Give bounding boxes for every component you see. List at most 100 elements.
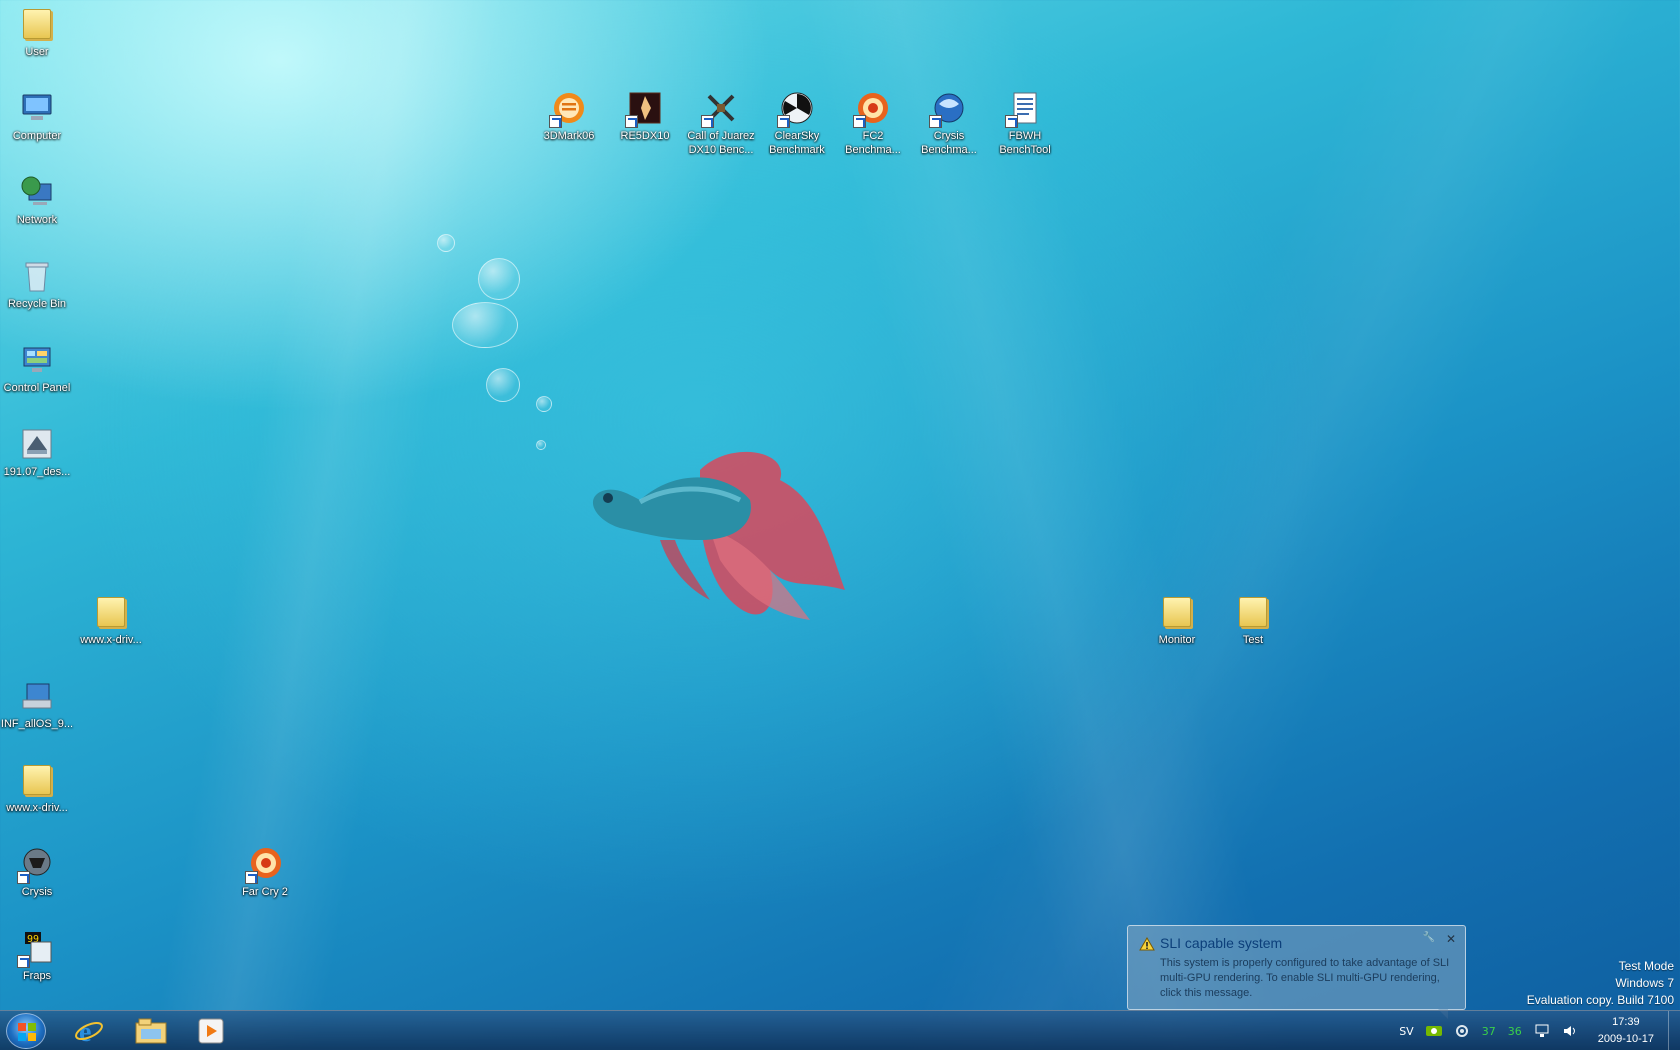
desktop-icon-call-of-juarez[interactable]: Call of Juarez DX10 Benc...	[682, 90, 760, 157]
wallpaper-bubble	[478, 258, 520, 300]
clock-time: 17:39	[1612, 1016, 1640, 1028]
folder-icon	[1159, 594, 1195, 630]
desktop-icon-test[interactable]: Test	[1214, 594, 1292, 647]
watermark-build: Evaluation copy. Build 7100	[1526, 993, 1674, 1007]
wallpaper-bubble	[437, 234, 455, 252]
windows-logo-icon	[18, 1023, 36, 1041]
folder-icon	[93, 594, 129, 630]
desktop-icon-label: Recycle Bin	[7, 298, 67, 310]
desktop-icon-driver-191[interactable]: 191.07_des...	[0, 426, 76, 479]
system-tray: SV 37 36 17:39 2009-10-17	[1393, 1011, 1680, 1050]
internet-explorer-icon: e	[75, 1017, 103, 1046]
desktop-icon-label: FBWH BenchTool	[999, 130, 1051, 156]
desktop-icon-crysis[interactable]: Crysis	[0, 846, 76, 899]
desktop-icon-network[interactable]: Network	[0, 174, 76, 227]
shortcut-arrow-icon	[245, 871, 258, 884]
taskbar: e SV 37 36 17:39 2009-10-17	[0, 1010, 1680, 1050]
user-folder-icon	[19, 6, 55, 42]
desktop-icon-label: Fraps	[22, 970, 52, 982]
desktop-icon-label: Network	[16, 214, 58, 226]
shortcut-arrow-icon	[17, 871, 30, 884]
desktop-icon-label: 191.07_des...	[3, 466, 71, 478]
desktop-icon-fraps[interactable]: 99 Fraps	[0, 930, 76, 983]
desktop-icon-label: Control Panel	[3, 382, 71, 394]
watermark-os-name: Windows 7	[1615, 976, 1674, 990]
taskbar-internet-explorer[interactable]: e	[64, 1014, 114, 1048]
fc2-benchmark-icon	[853, 90, 891, 128]
settings-tray-icon[interactable]	[1454, 1024, 1470, 1038]
far-cry-2-icon	[245, 846, 283, 884]
fraps-icon: 99	[17, 930, 55, 968]
sli-notification-balloon[interactable]: SLI capable system 🔧 ✕ This system is pr…	[1127, 925, 1466, 1019]
desktop-icon-label: INF_allOS_9...	[0, 718, 74, 730]
folder-library-icon	[135, 1018, 167, 1044]
setup-icon	[19, 678, 55, 714]
notification-body[interactable]: This system is properly configured to ta…	[1160, 956, 1460, 1001]
clearsky-icon	[777, 90, 815, 128]
crysis-icon	[17, 846, 55, 884]
re5dx10-icon	[625, 90, 663, 128]
desktop-icon-label: Test	[1242, 634, 1264, 646]
desktop-icon-clearsky[interactable]: ClearSky Benchmark	[758, 90, 836, 157]
shortcut-arrow-icon	[853, 115, 866, 128]
network-tray-icon[interactable]	[1534, 1024, 1550, 1038]
desktop-icon-recycle-bin[interactable]: Recycle Bin	[0, 258, 76, 311]
gpu-temp-1[interactable]: 37	[1482, 1025, 1496, 1038]
shortcut-arrow-icon	[1005, 115, 1018, 128]
desktop-icon-label: Far Cry 2	[242, 886, 288, 898]
desktop-icon-control-panel[interactable]: Control Panel	[0, 342, 76, 395]
start-button[interactable]	[6, 1013, 46, 1049]
desktop-icon-3dmark06[interactable]: 3DMark06	[530, 90, 608, 143]
shortcut-arrow-icon	[777, 115, 790, 128]
computer-icon	[19, 90, 55, 126]
gpu-temp-2[interactable]: 36	[1508, 1025, 1522, 1038]
language-indicator[interactable]: SV	[1399, 1025, 1414, 1038]
taskbar-windows-explorer[interactable]	[126, 1014, 176, 1048]
desktop-icon-label: Computer	[12, 130, 62, 142]
desktop-icon-computer[interactable]: Computer	[0, 90, 76, 143]
desktop-icon-far-cry-2[interactable]: Far Cry 2	[226, 846, 304, 899]
desktop-icon-xdriv-folder-1[interactable]: www.x-driv...	[72, 594, 150, 647]
desktop-icon-xdriv-folder-2[interactable]: www.x-driv...	[0, 762, 76, 815]
desktop-icon-crysis-benchmark[interactable]: Crysis Benchma...	[910, 90, 988, 157]
crysis-benchmark-icon	[929, 90, 967, 128]
options-icon[interactable]: 🔧	[1423, 932, 1435, 943]
desktop-icon-inf-allos[interactable]: INF_allOS_9...	[0, 678, 76, 731]
desktop-icon-label: www.x-driv...	[80, 634, 142, 646]
desktop-icon-label: Monitor	[1158, 634, 1196, 646]
desktop-icon-fc2-benchmark[interactable]: FC2 Benchma...	[834, 90, 912, 157]
wallpaper-bubble	[536, 440, 546, 450]
wallpaper-bubble	[486, 368, 520, 402]
shortcut-arrow-icon	[549, 115, 562, 128]
desktop-icon-label: Crysis	[21, 886, 53, 898]
shortcut-arrow-icon	[625, 115, 638, 128]
clock-date: 2009-10-17	[1597, 1033, 1654, 1045]
desktop-icon-re5dx10[interactable]: RE5DX10	[606, 90, 684, 143]
desktop-icon-monitor[interactable]: Monitor	[1138, 594, 1216, 647]
svg-text:e: e	[79, 1017, 91, 1046]
recycle-bin-icon	[19, 258, 55, 294]
shortcut-arrow-icon	[701, 115, 714, 128]
shortcut-arrow-icon	[17, 955, 30, 968]
zip-folder-icon	[19, 762, 55, 798]
clock[interactable]: 17:39 2009-10-17	[1598, 1014, 1654, 1048]
desktop-icon-label: www.x-driv...	[6, 802, 68, 814]
media-player-icon	[198, 1018, 224, 1044]
control-panel-icon	[19, 342, 55, 378]
desktop-icon-label: RE5DX10	[620, 130, 670, 142]
taskbar-media-player[interactable]	[186, 1014, 236, 1048]
shortcut-arrow-icon	[929, 115, 942, 128]
desktop-icon-fbwh-benchtool[interactable]: FBWH BenchTool	[986, 90, 1064, 157]
wallpaper-bubble	[452, 302, 518, 348]
call-of-juarez-icon	[701, 90, 739, 128]
close-icon[interactable]: ✕	[1446, 932, 1456, 946]
desktop-icon-label: ClearSky Benchmark	[769, 130, 825, 156]
nvidia-tray-icon[interactable]	[1425, 1024, 1442, 1038]
folder-icon	[1235, 594, 1271, 630]
desktop-icon-label: Crysis Benchma...	[921, 130, 977, 156]
desktop-icon-user[interactable]: User	[0, 6, 76, 59]
network-icon	[19, 174, 55, 210]
warning-icon	[1139, 937, 1155, 956]
volume-icon[interactable]	[1562, 1024, 1578, 1038]
show-desktop-button[interactable]	[1668, 1011, 1680, 1050]
